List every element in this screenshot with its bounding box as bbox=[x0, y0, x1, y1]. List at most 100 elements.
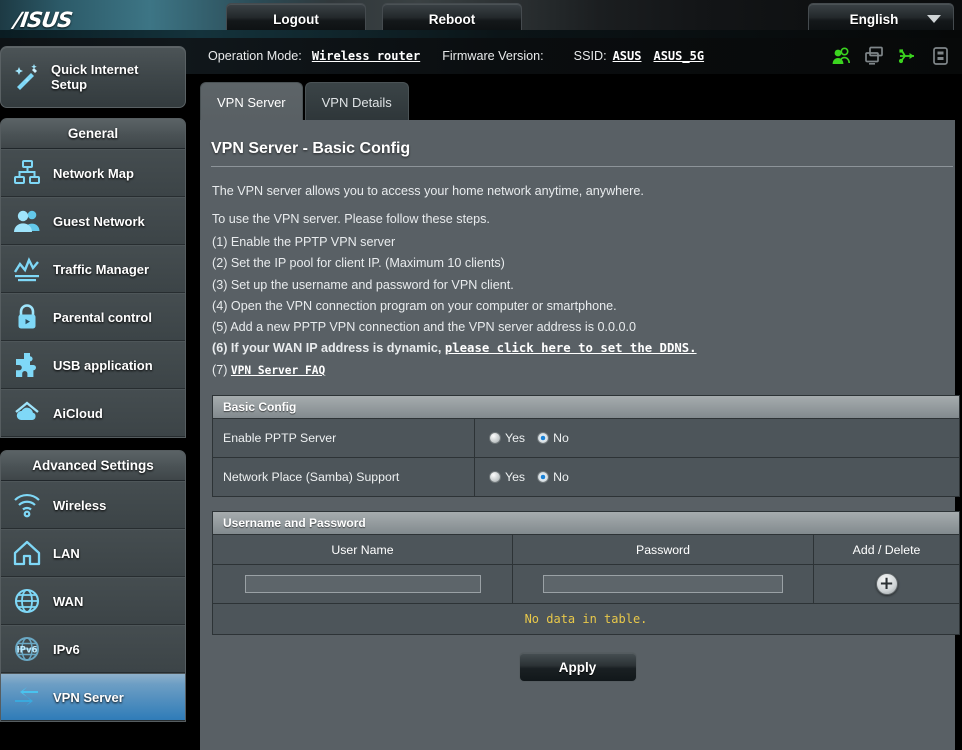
clients-icon[interactable] bbox=[831, 46, 853, 66]
ssid-2g-link[interactable]: ASUS bbox=[613, 49, 642, 63]
column-header-password: Password bbox=[513, 535, 814, 565]
password-input[interactable] bbox=[543, 575, 783, 594]
step-item: (4) Open the VPN connection program on y… bbox=[212, 296, 943, 317]
logout-button[interactable]: Logout bbox=[226, 3, 366, 35]
basic-config-section: Basic Config Enable PPTP Server Yes No N… bbox=[212, 395, 960, 498]
top-banner: /ISUS Logout Reboot English bbox=[0, 0, 962, 38]
step-item-ddns: (6) If your WAN IP address is dynamic, p… bbox=[212, 338, 943, 359]
tab-vpn-server[interactable]: VPN Server bbox=[200, 82, 303, 121]
sidebar-item-label: USB application bbox=[53, 357, 153, 373]
sidebar-item-ipv6[interactable]: IPv6 IPv6 bbox=[1, 625, 185, 673]
ssid-5g-link[interactable]: ASUS_5G bbox=[653, 49, 704, 63]
radio-circle-icon bbox=[537, 471, 550, 484]
enable-pptp-radio-yes[interactable]: Yes bbox=[489, 431, 525, 445]
steps-header: To use the VPN server. Please follow the… bbox=[212, 212, 490, 226]
radio-label: No bbox=[553, 431, 569, 446]
sidebar-item-parental-control[interactable]: Parental control bbox=[1, 293, 185, 341]
sidebar-item-aicloud[interactable]: AiCloud bbox=[1, 389, 185, 437]
sidebar-item-label: Quick Internet Setup bbox=[51, 62, 139, 92]
step-number: (1) bbox=[212, 235, 228, 249]
sidebar-group-general: General Network Map Guest Network Traffi… bbox=[0, 118, 186, 438]
row-label: Enable PPTP Server bbox=[213, 419, 475, 458]
asus-logo: /ISUS bbox=[12, 8, 74, 32]
tab-bar: VPN Server VPN Details bbox=[200, 82, 411, 121]
language-label: English bbox=[849, 11, 899, 27]
radio-label: Yes bbox=[505, 470, 526, 485]
sidebar-item-guest-network[interactable]: Guest Network bbox=[1, 197, 185, 245]
ddns-setup-link[interactable]: please click here to set the DDNS. bbox=[445, 341, 697, 355]
sidebar-item-vpn-server[interactable]: VPN Server bbox=[1, 673, 185, 721]
sidebar-item-label: WAN bbox=[53, 593, 84, 609]
ssid-label: SSID: bbox=[573, 49, 607, 63]
sidebar-item-traffic-manager[interactable]: Traffic Manager bbox=[1, 245, 185, 293]
sidebar-item-label: Wireless bbox=[53, 497, 107, 513]
row-control: Yes No bbox=[475, 419, 959, 457]
active-pointer-icon bbox=[185, 681, 186, 715]
step-item: (1) Enable the PPTP VPN server bbox=[212, 232, 943, 253]
lock-icon bbox=[1, 302, 53, 332]
step-text: If your WAN IP address is dynamic, bbox=[230, 341, 442, 356]
sidebar-item-lan[interactable]: LAN bbox=[1, 529, 185, 577]
radio-circle-icon bbox=[537, 432, 550, 445]
enable-pptp-radio-no[interactable]: No bbox=[537, 431, 569, 445]
samba-radio-no[interactable]: No bbox=[537, 470, 569, 484]
enable-pptp-radio-group: Yes No bbox=[489, 431, 569, 445]
column-header-add-delete: Add / Delete bbox=[852, 542, 921, 557]
column-header-username: User Name bbox=[213, 535, 513, 565]
page-title: VPN Server - Basic Config bbox=[211, 140, 953, 167]
screens-icon[interactable] bbox=[864, 46, 886, 66]
table-header-row: User Name Password Add / Delete bbox=[213, 534, 959, 565]
printer-icon[interactable] bbox=[930, 46, 952, 66]
apply-button[interactable]: Apply bbox=[518, 652, 637, 683]
username-input[interactable] bbox=[244, 575, 481, 594]
empty-table-message: No data in table. bbox=[213, 603, 959, 635]
step-item: (5) Add a new PPTP VPN connection and th… bbox=[212, 317, 943, 338]
firmware-version-label: Firmware Version: bbox=[442, 49, 544, 63]
step-item: (2) Set the IP pool for client IP. (Maxi… bbox=[212, 253, 943, 274]
sidebar-item-wireless[interactable]: Wireless bbox=[1, 481, 185, 529]
username-password-header: Username and Password bbox=[213, 512, 959, 535]
sidebar-item-label: Guest Network bbox=[53, 213, 145, 229]
sidebar-item-network-map[interactable]: Network Map bbox=[1, 149, 185, 197]
language-selector[interactable]: English bbox=[808, 3, 954, 35]
puzzle-icon bbox=[1, 350, 53, 380]
step-text: Enable the PPTP VPN server bbox=[230, 235, 396, 249]
magic-wand-icon bbox=[1, 61, 51, 93]
sidebar-item-usb-application[interactable]: USB application bbox=[1, 341, 185, 389]
sidebar-item-label: LAN bbox=[53, 545, 80, 561]
sidebar-item-quick-internet-setup[interactable]: Quick Internet Setup bbox=[0, 46, 186, 108]
operation-mode-value[interactable]: Wireless router bbox=[312, 49, 420, 63]
cloud-icon bbox=[1, 398, 53, 428]
sidebar-item-wan[interactable]: WAN bbox=[1, 577, 185, 625]
sidebar-item-label: Parental control bbox=[53, 309, 152, 325]
globe-icon bbox=[1, 586, 53, 616]
usb-icon[interactable] bbox=[897, 46, 919, 66]
chevron-down-icon bbox=[927, 15, 941, 23]
steps-list: (1) Enable the PPTP VPN server (2) Set t… bbox=[212, 232, 943, 381]
cell-username bbox=[213, 565, 513, 604]
username-password-section: Username and Password User Name Password… bbox=[212, 511, 960, 636]
main-content: VPN Server - Basic Config The VPN server… bbox=[200, 120, 960, 750]
cell-add-delete bbox=[814, 565, 959, 603]
sidebar-item-label: Traffic Manager bbox=[53, 261, 150, 277]
step-text: Set up the username and password for VPN… bbox=[230, 277, 514, 292]
sidebar-group-title-general: General bbox=[1, 119, 185, 149]
row-control: Yes No bbox=[475, 458, 959, 496]
step-item: (3) Set up the username and password for… bbox=[212, 275, 943, 296]
step-number: (4) bbox=[212, 298, 228, 313]
tab-vpn-details[interactable]: VPN Details bbox=[304, 82, 409, 121]
vpn-server-faq-link[interactable]: VPN Server FAQ bbox=[231, 364, 325, 377]
step-number: (3) bbox=[212, 277, 228, 292]
step-text: Open the VPN connection program on your … bbox=[230, 298, 617, 313]
radio-label: Yes bbox=[505, 431, 526, 446]
traffic-manager-icon bbox=[1, 254, 53, 284]
sidebar-item-label: AiCloud bbox=[53, 405, 103, 421]
cell-password bbox=[513, 565, 814, 604]
radio-label: No bbox=[553, 470, 569, 485]
plus-circle-icon[interactable] bbox=[875, 573, 898, 596]
sidebar-item-label: IPv6 bbox=[53, 641, 80, 657]
samba-radio-yes[interactable]: Yes bbox=[489, 470, 525, 484]
reboot-button[interactable]: Reboot bbox=[382, 3, 522, 35]
step-text: Add a new PPTP VPN connection and the VP… bbox=[230, 320, 637, 335]
svg-text:IPv6: IPv6 bbox=[16, 645, 37, 655]
